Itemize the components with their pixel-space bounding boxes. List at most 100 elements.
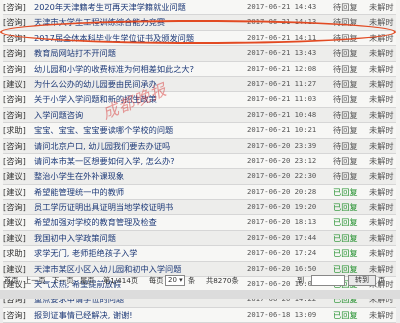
goto-page-button[interactable]: 转到 <box>348 275 376 286</box>
list-item[interactable]: [咨询] 2020年天津籍考生可再天津学籍就业问题 2017-06-21 14:43… <box>3 0 396 16</box>
resolve-state: 未解时 <box>369 263 394 274</box>
message-title-link[interactable]: 请问北京户口, 幼儿园我们要去办证吗 <box>34 139 224 153</box>
list-item[interactable]: [建议] 整治小学生在外补课现象 2017-06-20 22:30 待回复 未解时 <box>3 169 396 185</box>
message-title-link[interactable]: 2020年天津籍考生可再天津学籍就业问题 <box>34 0 224 14</box>
resolve-state: 未解时 <box>369 78 394 89</box>
message-type: [咨询] <box>3 109 26 120</box>
message-title-link[interactable]: 希望加强对学校的教育管理及检查 <box>34 215 224 229</box>
reply-status: 已回复 <box>333 248 358 259</box>
highlight-annotation-oval <box>0 20 396 44</box>
message-type: [咨询] <box>3 2 26 12</box>
message-type: [咨询] <box>3 63 26 74</box>
list-item[interactable]: [咨询] 请问本市某一区想要如何入学, 怎么办? 2017-06-20 23:12 待… <box>3 153 396 170</box>
list-item[interactable]: [建议] 希望能管理统一中的教师 2017-06-20 20:28 已回复 未解时 <box>3 184 396 201</box>
reply-status: 已回复 <box>333 217 358 228</box>
list-item[interactable]: [求助] 求学无门, 老师拒绝孩子入学 2017-06-20 17:24 已回复 未解时 <box>3 246 396 262</box>
resolve-state: 未解时 <box>369 48 394 59</box>
message-date: 2017-06-21 13:43 <box>247 48 317 58</box>
reply-status: 已回复 <box>333 202 358 213</box>
message-title-link[interactable]: 我国初中入学政策问题 <box>34 231 224 245</box>
last-page-link[interactable]: 尾页 <box>80 276 94 286</box>
message-date: 2017-06-20 17:24 <box>247 248 317 258</box>
message-type: [咨询] <box>3 94 26 105</box>
resolve-state: 未解时 <box>369 109 394 120</box>
reply-status: 待回复 <box>333 78 358 89</box>
resolve-state: 未解时 <box>369 232 394 243</box>
list-item[interactable]: [咨询] 入学问题咨询 2017-06-21 10:48 待回复 未解时 <box>3 107 396 124</box>
message-title-link[interactable]: 整治小学生在外补课现象 <box>34 169 224 183</box>
reply-status: 待回复 <box>333 140 358 151</box>
message-type: [建议] <box>3 263 26 274</box>
list-item[interactable]: [建议] 希望加强对学校的教育管理及检查 2017-06-20 18:13 已回复 未解… <box>3 215 396 231</box>
per-page-label: 每页 <box>149 276 164 285</box>
message-title-link[interactable]: 宝宝、宝宝、宝宝要读哪个学校的问题 <box>34 123 224 137</box>
reply-status: 待回复 <box>333 171 358 182</box>
message-title-link[interactable]: 报到证事情已经解决, 谢谢! <box>34 308 224 322</box>
resolve-state: 未解时 <box>369 202 394 213</box>
goto-page-input[interactable] <box>311 275 345 286</box>
reply-status: 待回复 <box>333 155 358 166</box>
message-date: 2017-06-20 23:12 <box>247 155 317 165</box>
page-info: 第1/414页 <box>103 276 139 285</box>
list-item[interactable]: [咨询] 关于小学入学问题和新的招生政策 2017-06-21 11:03 待回复 未解… <box>3 92 396 108</box>
message-date: 2017-06-20 18:13 <box>247 217 317 227</box>
reply-status: 已回复 <box>333 232 358 243</box>
message-title-link[interactable]: 天津市某区小区入幼儿园和初中入学问题 <box>34 262 224 276</box>
message-type: [咨询] <box>3 48 26 59</box>
per-page-unit: 条 <box>188 276 196 285</box>
message-type: [建议] <box>3 217 26 228</box>
total-count: 共8270条 <box>206 276 239 285</box>
message-date: 2017-06-20 22:30 <box>247 171 317 181</box>
message-type: [咨询] <box>3 140 26 151</box>
message-type: [建议] <box>3 171 26 182</box>
goto-label: 到 <box>297 276 305 285</box>
next-page-link[interactable]: 下一页 <box>52 276 74 286</box>
message-title-link[interactable]: 员工学历证明出具证明当地学校证明书 <box>34 200 224 214</box>
resolve-state: 未解时 <box>369 140 394 151</box>
per-page-select[interactable]: 20 ▾ <box>165 275 185 286</box>
message-title-link[interactable]: 教育局网站打不开问题 <box>34 46 224 60</box>
reply-status: 待回复 <box>333 125 358 136</box>
list-item[interactable]: [求助] 宝宝、宝宝、宝宝要读哪个学校的问题 2017-06-21 10:21 待回复… <box>3 123 396 139</box>
message-date: 2017-06-20 17:44 <box>247 232 317 242</box>
resolve-state: 未解时 <box>369 248 394 259</box>
message-type: [咨询] <box>3 155 26 166</box>
reply-status: 待回复 <box>333 94 358 105</box>
list-item[interactable]: [咨询] 报到证事情已经解决, 谢谢! 2017-06-18 13:09 已回复 未解时 <box>3 307 396 323</box>
list-item[interactable]: [建议] 我国初中入学政策问题 2017-06-20 17:44 已回复 未解时 <box>3 230 396 247</box>
reply-status: 已回复 <box>333 186 358 197</box>
message-type: [求助] <box>3 125 26 136</box>
message-date: 2017-06-21 10:21 <box>247 125 317 135</box>
message-title-link[interactable]: 请问本市某一区想要如何入学, 怎么办? <box>34 154 224 168</box>
reply-status: 待回复 <box>333 48 358 59</box>
message-board-page: [咨询] 2020年天津籍考生可再天津学籍就业问题 2017-06-21 14:43… <box>0 0 400 323</box>
reply-status: 待回复 <box>333 63 358 74</box>
first-page-link[interactable]: 首页 <box>4 276 18 286</box>
message-date: 2017-06-21 11:27 <box>247 78 317 88</box>
resolve-state: 未解时 <box>369 125 394 136</box>
message-type: [建议] <box>3 78 26 89</box>
message-title-link[interactable]: 希望能管理统一中的教师 <box>34 185 224 199</box>
list-item[interactable]: [咨询] 请问北京户口, 幼儿园我们要去办证吗 2017-06-20 23:39 待回… <box>3 138 396 154</box>
goto-unit: 页 <box>378 276 386 285</box>
message-title-link[interactable]: 求学无门, 老师拒绝孩子入学 <box>34 246 224 260</box>
list-item[interactable]: [建议] 为什么公办的幼儿园要由民间承办 2017-06-21 11:27 待回复 未解… <box>3 76 396 93</box>
reply-status: 已回复 <box>333 309 358 320</box>
message-date: 2017-06-21 14:43 <box>247 2 317 11</box>
resolve-state: 未解时 <box>369 155 394 166</box>
message-title-link[interactable]: 幼儿园和小学的收费标准为何相差如此之大? <box>34 62 224 76</box>
reply-status: 待回复 <box>333 109 358 120</box>
bottom-strip <box>0 290 400 299</box>
resolve-state: 未解时 <box>369 186 394 197</box>
message-date: 2017-06-20 16:50 <box>247 263 317 273</box>
message-date: 2017-06-21 10:48 <box>247 109 317 119</box>
resolve-state: 未解时 <box>369 94 394 105</box>
message-date: 2017-06-20 19:20 <box>247 202 317 212</box>
list-item[interactable]: [咨询] 教育局网站打不开问题 2017-06-21 13:43 待回复 未解时 <box>3 46 396 62</box>
message-date: 2017-06-20 20:28 <box>247 186 317 196</box>
resolve-state: 未解时 <box>369 2 394 12</box>
prev-page-link[interactable]: 上一页 <box>24 276 46 286</box>
list-item[interactable]: [咨询] 员工学历证明出具证明当地学校证明书 2017-06-20 19:20 已回复… <box>3 200 396 216</box>
resolve-state: 未解时 <box>369 217 394 228</box>
list-item[interactable]: [咨询] 幼儿园和小学的收费标准为何相差如此之大? 2017-06-21 12:08… <box>3 61 396 77</box>
